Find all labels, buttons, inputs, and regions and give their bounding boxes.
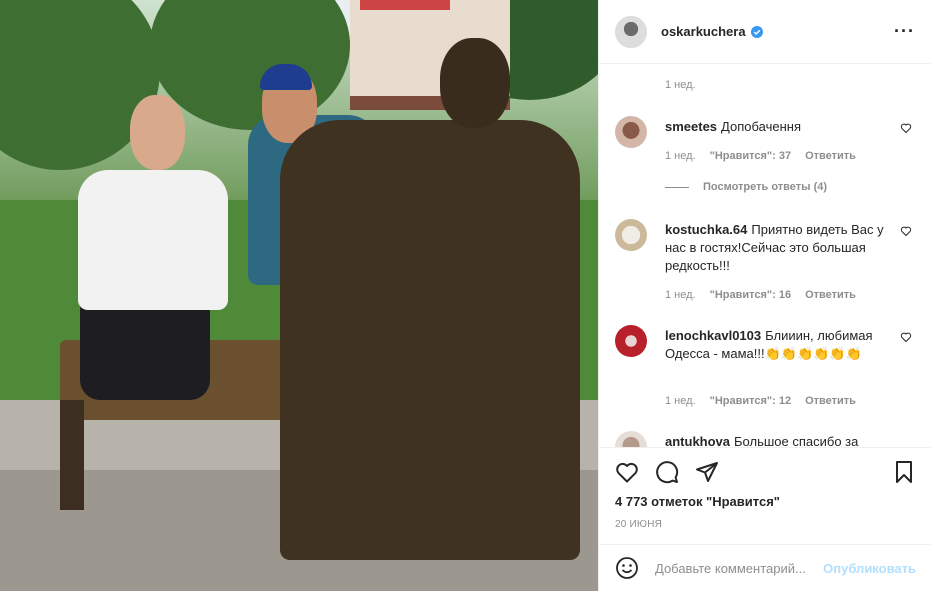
- comment-meta: 1 нед. "Нравится": 12 Ответить: [665, 395, 856, 407]
- comment-likes[interactable]: "Нравится": 16: [710, 289, 791, 301]
- like-comment-heart-icon[interactable]: [900, 225, 912, 237]
- likes-count[interactable]: 4 773 отметок "Нравится": [615, 494, 916, 509]
- commenter-avatar[interactable]: [615, 219, 647, 251]
- photo-roof: [360, 0, 450, 10]
- post-header: oskarkuchera ···: [599, 0, 931, 64]
- comment-username[interactable]: smeetes: [665, 119, 717, 134]
- comment-item: lenochkavl0103 Блииин, любимая Одесса - м…: [615, 325, 916, 415]
- view-replies-label: Посмотреть ответы (4): [703, 181, 828, 193]
- comment-bubble-icon[interactable]: [655, 460, 679, 484]
- reply-button[interactable]: Ответить: [805, 150, 856, 162]
- post-photo[interactable]: [0, 0, 598, 591]
- comment-username[interactable]: antukhova: [665, 434, 730, 447]
- comment-likes[interactable]: "Нравится": 37: [710, 150, 791, 162]
- like-comment-heart-icon[interactable]: [900, 122, 912, 134]
- commenter-avatar[interactable]: [615, 431, 647, 447]
- photo-statue-head: [440, 38, 510, 128]
- caption-time: 1 нед.: [665, 79, 696, 91]
- post-actions: 4 773 отметок "Нравится" 20 июня: [599, 447, 931, 530]
- verified-badge-icon: [750, 25, 763, 38]
- author-avatar[interactable]: [615, 15, 647, 48]
- reply-button[interactable]: Ответить: [805, 395, 856, 407]
- comment-body: Допобачення: [721, 119, 801, 134]
- comment-username[interactable]: lenochkavl0103: [665, 328, 761, 343]
- comment-username[interactable]: kostuchka.64: [665, 222, 747, 237]
- post-date: 20 июня: [615, 519, 663, 530]
- reply-button[interactable]: Ответить: [805, 289, 856, 301]
- comment-item: antukhova Большое спасибо за: [615, 431, 916, 447]
- comment-time: 1 нед.: [665, 395, 696, 407]
- like-comment-heart-icon[interactable]: [900, 331, 912, 343]
- comment-body: Большое спасибо за: [734, 434, 859, 447]
- view-replies-button[interactable]: Посмотреть ответы (4): [665, 181, 827, 193]
- comment-text: lenochkavl0103 Блииин, любимая Одесса - м…: [665, 327, 885, 363]
- comment-text: antukhova Большое спасибо за: [665, 433, 885, 447]
- add-comment-bar: Добавьте комментарий... Опубликовать: [599, 544, 931, 591]
- publish-button[interactable]: Опубликовать: [823, 561, 916, 576]
- comment-time: 1 нед.: [665, 289, 696, 301]
- author-username[interactable]: oskarkuchera: [661, 24, 746, 39]
- emoji-smiley-icon[interactable]: [615, 556, 639, 580]
- comment-meta: 1 нед. "Нравится": 16 Ответить: [665, 289, 856, 301]
- comment-item: kostuchka.64 Приятно видеть Вас у нас в г…: [615, 219, 916, 309]
- action-icons: [615, 448, 916, 496]
- comment-likes[interactable]: "Нравится": 12: [710, 395, 791, 407]
- post-side-panel: oskarkuchera ··· 1 нед. smeetes Допобачен…: [598, 0, 931, 591]
- comments-list[interactable]: 1 нед. smeetes Допобачення 1 нед. "Нравитс…: [599, 64, 931, 447]
- photo-statue: [280, 120, 580, 560]
- photo-bench-leg: [60, 400, 84, 510]
- comment-meta: 1 нед. "Нравится": 37 Ответить: [665, 150, 856, 162]
- more-options-button[interactable]: ···: [894, 21, 915, 42]
- share-paper-plane-icon[interactable]: [695, 460, 719, 484]
- save-bookmark-icon[interactable]: [892, 460, 916, 484]
- like-heart-icon[interactable]: [615, 460, 639, 484]
- photo-person: [78, 170, 228, 310]
- view-replies-line: [665, 186, 689, 188]
- photo-person-head: [130, 95, 185, 170]
- comment-time: 1 нед.: [665, 150, 696, 162]
- comment-text: smeetes Допобачення: [665, 118, 885, 136]
- commenter-avatar[interactable]: [615, 325, 647, 357]
- comment-input[interactable]: Добавьте комментарий...: [655, 561, 823, 576]
- commenter-avatar[interactable]: [615, 116, 647, 148]
- comment-text: kostuchka.64 Приятно видеть Вас у нас в г…: [665, 221, 885, 275]
